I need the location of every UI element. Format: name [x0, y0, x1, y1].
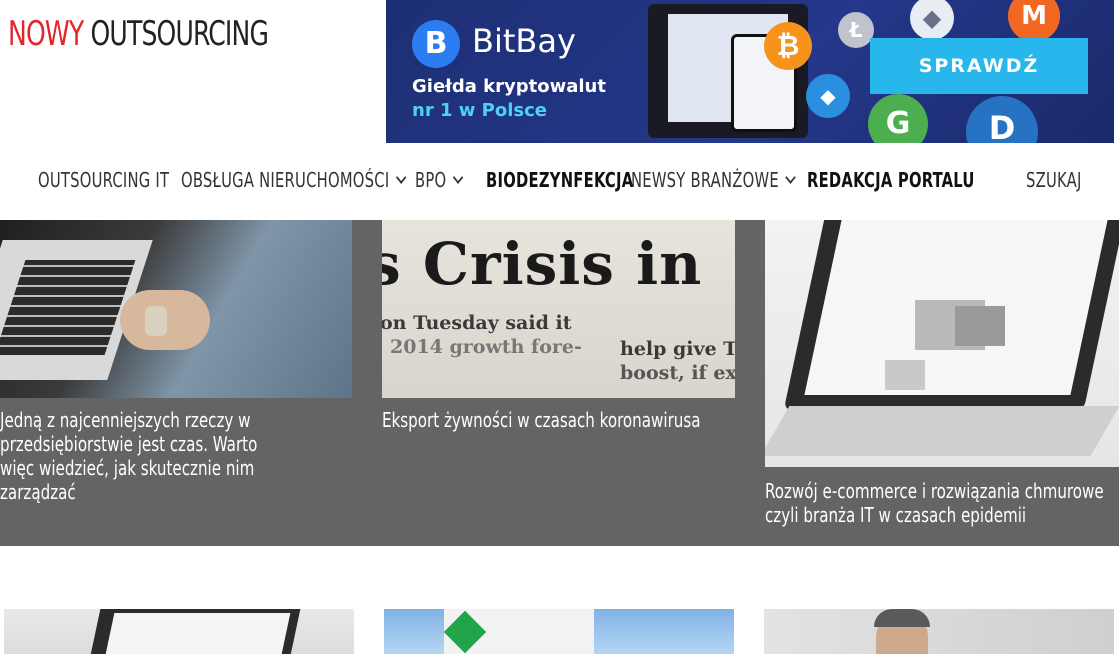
article-title-1[interactable]: Jedną z najcenniejszych rzeczy w przedsi… — [0, 408, 286, 504]
nav-item-label: OUTSOURCING IT — [38, 168, 170, 192]
newspaper-headline: s Crisis in — [382, 230, 703, 298]
main-nav: OUTSOURCING IT OBSŁUGA NIERUCHOMOŚCI BPO… — [0, 158, 1119, 202]
nav-item-biodezynfekcja[interactable]: BIODEZYNFEKCJA — [486, 168, 633, 192]
person-hair-shape — [874, 609, 930, 627]
nav-item-label: BPO — [415, 168, 447, 192]
logo-word-outsourcing: OUTSOURCING — [90, 14, 269, 54]
game-credits-coin-icon: G — [868, 94, 928, 143]
search-label: SZUKAJ — [1026, 168, 1082, 192]
nav-item-obsluga-nieruchomosci[interactable]: OBSŁUGA NIERUCHOMOŚCI — [181, 168, 407, 192]
article-image-ecommerce[interactable] — [765, 220, 1119, 467]
article-thumb-row2-2[interactable] — [384, 609, 734, 654]
nav-item-outsourcing-it[interactable]: OUTSOURCING IT — [38, 168, 169, 192]
article-title-3[interactable]: Rozwój e-commerce i rozwiązania chmurowe… — [765, 479, 1118, 527]
litecoin-coin-icon: Ł — [838, 12, 874, 48]
lisk-coin-icon: ◆ — [806, 74, 850, 118]
dash-coin-icon: D — [966, 96, 1038, 143]
nav-item-label: OBSŁUGA NIERUCHOMOŚCI — [181, 168, 390, 192]
banner-brand: BitBay — [472, 22, 576, 60]
nav-item-redakcja-portalu[interactable]: REDAKCJA PORTALU — [807, 168, 975, 192]
newspaper-line-3: help give T — [620, 338, 735, 360]
nav-item-bpo[interactable]: BPO — [415, 168, 464, 192]
screen-thumb — [955, 306, 1005, 346]
chevron-down-icon — [396, 171, 407, 184]
bitbay-logo-icon: B — [412, 20, 460, 68]
laptop-screen-shape — [101, 613, 291, 654]
nav-item-label: BIODEZYNFEKCJA — [486, 168, 634, 192]
watch-shape — [145, 306, 167, 336]
chevron-down-icon — [453, 171, 464, 184]
article-thumb-row2-1[interactable] — [4, 609, 354, 654]
bitcoin-coin-icon: ₿ — [764, 22, 812, 70]
newspaper-line-2: 2014 growth fore- — [390, 336, 582, 358]
newspaper-line-4: boost, if ex — [620, 362, 735, 384]
nav-search-link[interactable]: SZUKAJ — [1026, 168, 1082, 192]
banner-tagline-1: Giełda kryptowalut — [412, 76, 606, 97]
nav-item-newsy-branzowe[interactable]: NEWSY BRANŻOWE — [631, 168, 797, 192]
article-image-food-export[interactable]: s Crisis in on Tuesday said it 2014 grow… — [382, 220, 735, 398]
banner-tagline-2: nr 1 w Polsce — [412, 100, 547, 121]
site-logo[interactable]: NOWY OUTSOURCING — [8, 14, 269, 54]
laptop-keyboard-shape — [765, 406, 1119, 456]
article-title-2[interactable]: Eksport żywności w czasach koronawirusa — [382, 408, 718, 432]
article-image-time-management[interactable] — [0, 220, 352, 398]
monero-coin-icon: M — [1008, 0, 1060, 42]
ethereum-coin-icon: ◆ — [910, 0, 954, 40]
chevron-down-icon — [785, 171, 797, 184]
newspaper-line-1: on Tuesday said it — [382, 312, 572, 334]
article-thumb-row2-3[interactable] — [764, 609, 1114, 654]
logo-word-nowy: NOWY — [8, 14, 84, 54]
nav-item-label: REDAKCJA PORTALU — [807, 168, 975, 192]
screen-thumb — [885, 360, 925, 390]
ad-banner[interactable]: B BitBay Giełda kryptowalut nr 1 w Polsc… — [386, 0, 1114, 143]
banner-cta-button[interactable]: SPRAWDŹ — [870, 38, 1088, 94]
nav-item-label: NEWSY BRANŻOWE — [631, 168, 779, 192]
